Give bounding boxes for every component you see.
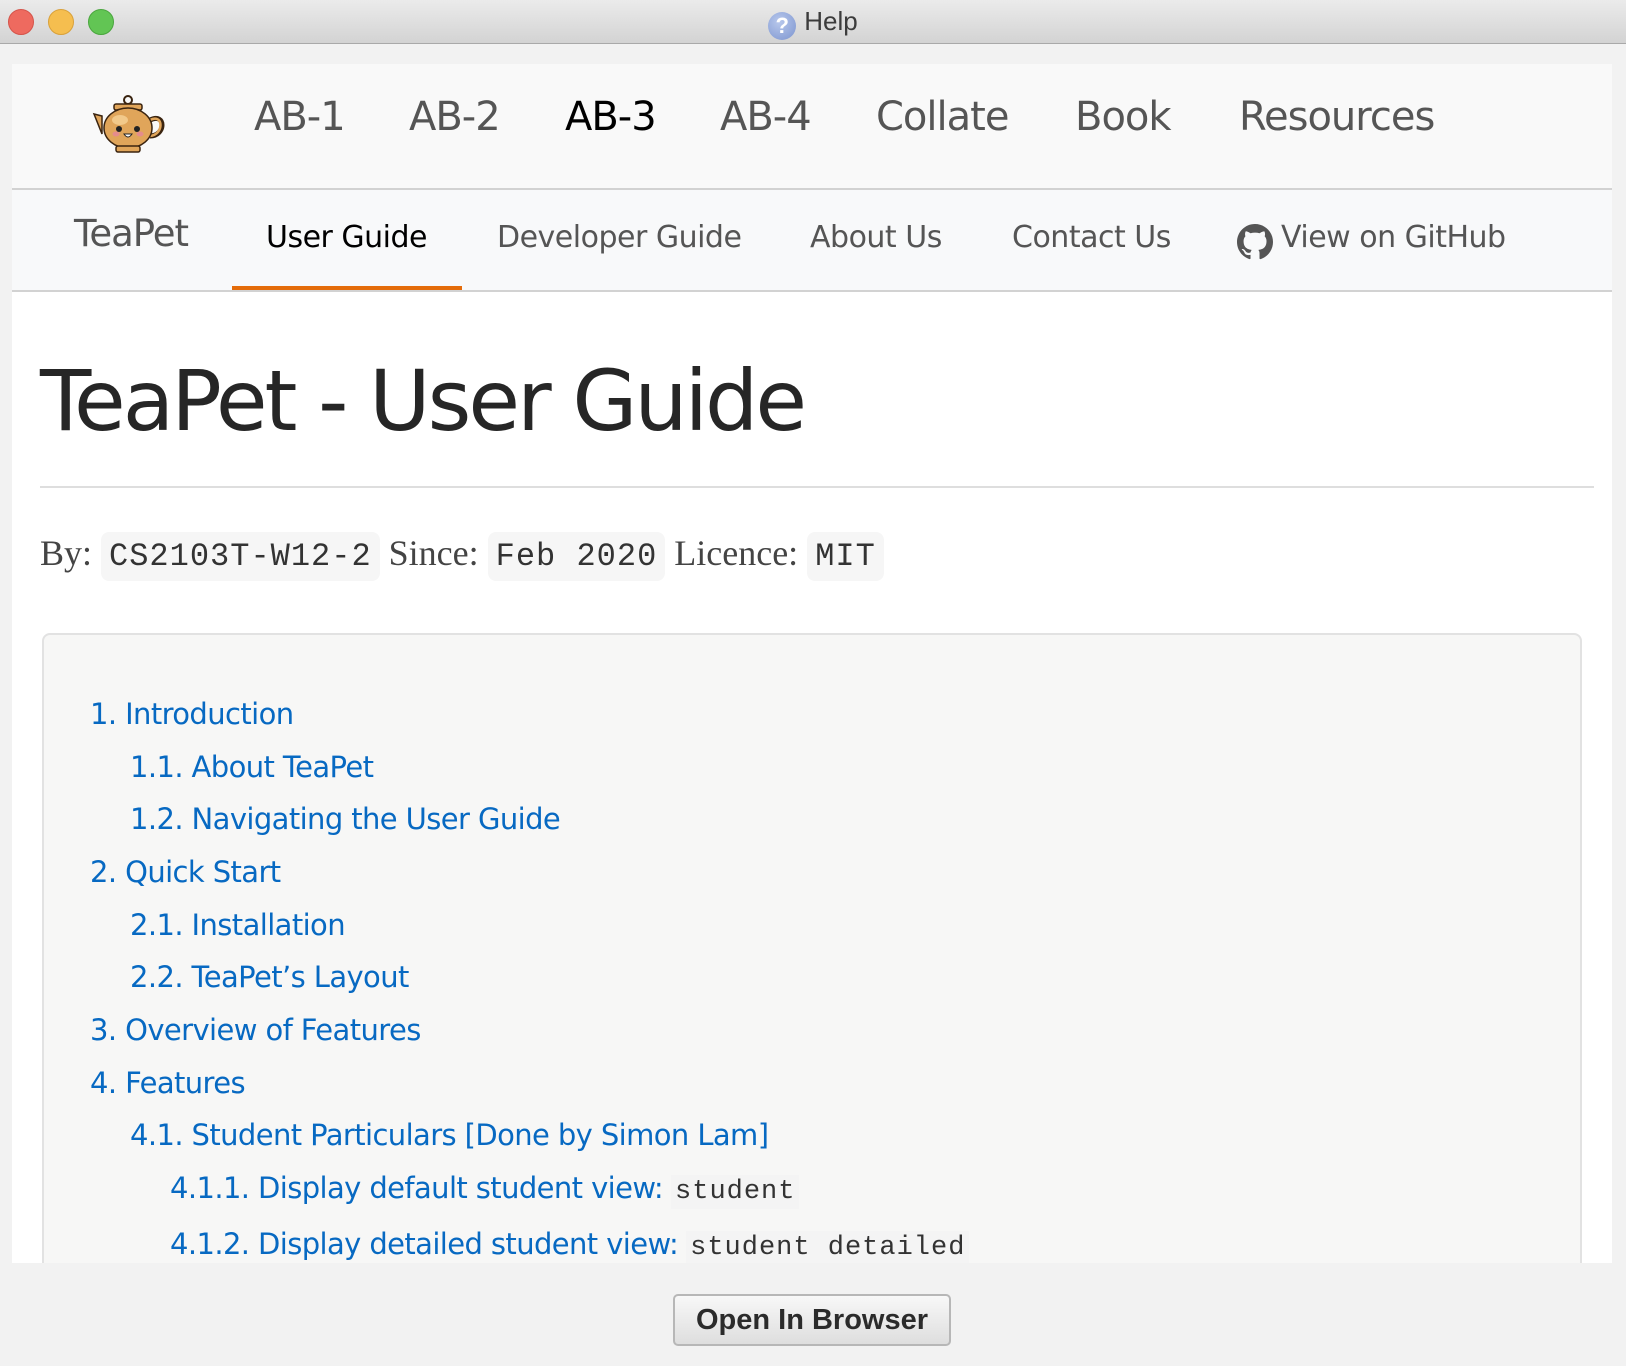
by-value: CS2103T-W12-2 — [101, 532, 380, 581]
top-navbar: AB-1 AB-2 AB-3 AB-4 Collate Book Resourc… — [12, 64, 1612, 190]
toc-command-code: student detailed — [686, 1231, 970, 1263]
table-of-contents: 1. Introduction 1.1. About TeaPet 1.2. N… — [42, 633, 1582, 1263]
toc-link-text: 4.1.1. Display default student view: — [170, 1171, 664, 1205]
topnav-collate[interactable]: Collate — [876, 94, 1009, 140]
since-value: Feb 2020 — [487, 532, 666, 581]
topnav-ab-3[interactable]: AB-3 — [565, 94, 657, 140]
subnav-view-on-github[interactable]: View on GitHub — [1281, 220, 1506, 255]
toc-command-code: student — [671, 1175, 800, 1209]
open-in-browser-button[interactable]: Open In Browser — [673, 1294, 951, 1346]
toc-link[interactable]: 1.1. About TeaPet — [130, 750, 374, 784]
github-icon[interactable] — [1237, 224, 1273, 260]
toc-link[interactable]: 4.1.1. Display default student view: stud… — [170, 1171, 800, 1209]
toc-link[interactable]: 3. Overview of Features — [90, 1013, 421, 1047]
window-title-text: Help — [804, 6, 858, 36]
window-title: ? Help — [0, 6, 1626, 40]
by-label: By: — [40, 533, 93, 573]
toc-link[interactable]: 2. Quick Start — [90, 855, 281, 889]
active-tab-underline — [232, 286, 462, 290]
help-webview: AB-1 AB-2 AB-3 AB-4 Collate Book Resourc… — [12, 64, 1612, 1263]
title-divider — [40, 486, 1594, 488]
site-brand[interactable]: TeaPet — [74, 212, 189, 255]
subnav-contact-us[interactable]: Contact Us — [1012, 220, 1171, 255]
topnav-resources[interactable]: Resources — [1239, 94, 1435, 140]
topnav-ab-4[interactable]: AB-4 — [720, 94, 812, 140]
toc-link[interactable]: 4.1. Student Particulars [Done by Simon … — [130, 1118, 769, 1152]
subnav-developer-guide[interactable]: Developer Guide — [497, 220, 742, 255]
topnav-ab-2[interactable]: AB-2 — [409, 94, 501, 140]
window-titlebar: ? Help — [0, 0, 1626, 44]
subnav-about-us[interactable]: About Us — [810, 220, 942, 255]
secondary-navbar: TeaPet User Guide Developer Guide About … — [12, 190, 1612, 292]
page-title: TeaPet - User Guide — [40, 352, 807, 450]
help-question-icon: ? — [768, 12, 797, 40]
toc-link[interactable]: 2.2. TeaPet’s Layout — [130, 960, 409, 994]
toc-link[interactable]: 4. Features — [90, 1066, 246, 1100]
toc-link[interactable]: 4.1.2. Display detailed student view: stu… — [170, 1227, 970, 1263]
toc-link[interactable]: 1. Introduction — [90, 697, 294, 731]
page-meta: By: CS2103T-W12-2 Since: Feb 2020 Licenc… — [40, 532, 884, 581]
toc-link[interactable]: 1.2. Navigating the User Guide — [130, 802, 561, 836]
since-label: Since: — [388, 533, 479, 573]
teapot-logo-icon[interactable] — [92, 94, 170, 158]
topnav-book[interactable]: Book — [1075, 94, 1172, 140]
licence-value: MIT — [807, 532, 884, 581]
topnav-ab-1[interactable]: AB-1 — [254, 94, 346, 140]
toc-link-text: 4.1.2. Display detailed student view: — [170, 1227, 679, 1261]
subnav-user-guide[interactable]: User Guide — [266, 220, 428, 255]
toc-link[interactable]: 2.1. Installation — [130, 908, 346, 942]
licence-label: Licence: — [674, 533, 799, 573]
